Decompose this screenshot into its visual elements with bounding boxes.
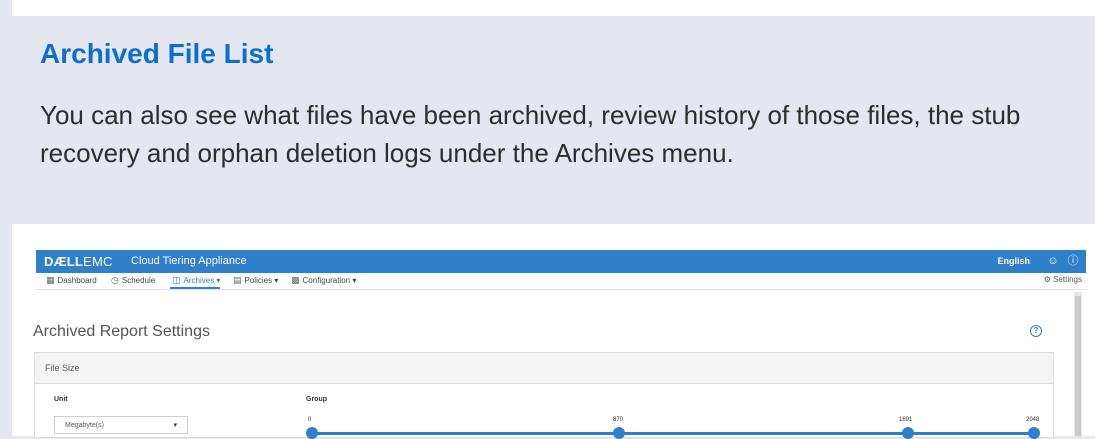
slide-body: You can also see what files have been ar… <box>40 100 1021 168</box>
nav-configuration[interactable]: ▩ Configuration ▾ <box>291 275 356 286</box>
user-icon[interactable]: ☺ <box>1046 254 1060 268</box>
language-selector[interactable]: English <box>997 256 1030 266</box>
card-title: File Size <box>45 363 80 373</box>
chevron-down-icon: ▾ <box>173 422 177 429</box>
clock-icon: ◷ <box>111 275 119 285</box>
policy-icon: ▤ <box>233 275 242 285</box>
app-header: DÆLLEMC Cloud Tiering Appliance English … <box>36 250 1086 273</box>
dellemc-logo: DÆLLEMC <box>44 254 113 269</box>
app-name: Cloud Tiering Appliance <box>131 255 247 267</box>
slider-tick-label: 0 <box>308 417 312 423</box>
slider-handle[interactable] <box>612 427 625 439</box>
page-heading: Archived Report Settings <box>33 323 210 340</box>
nav-schedule[interactable]: ◷ Schedule <box>111 275 155 286</box>
active-tab-indicator <box>170 287 220 289</box>
archive-icon: ◫ <box>172 275 181 285</box>
slider-handle[interactable] <box>1028 427 1040 439</box>
config-icon: ▩ <box>291 275 300 285</box>
slider-tick-label: 1691 <box>899 417 913 423</box>
main-nav: ▦ Dashboard ◷ Schedule ◫ Archives ▾ ▤ Polici… <box>36 273 1086 290</box>
card-header: File Size <box>35 353 1053 384</box>
top-strip <box>12 0 1095 16</box>
settings-link[interactable]: ⚙ Settings <box>1044 275 1082 284</box>
nav-archives[interactable]: ◫ Archives ▾ <box>172 275 220 286</box>
nav-dashboard[interactable]: ▦ Dashboard <box>46 275 97 286</box>
dashboard-icon: ▦ <box>46 275 55 285</box>
gear-icon: ⚙ <box>1043 275 1051 284</box>
slider-tick-label: 870 <box>613 417 624 423</box>
slide-title: Archived File List <box>40 38 274 69</box>
slider-tick-label: 2048 <box>1026 417 1040 423</box>
unit-select[interactable]: Megabyte(s) ▾ <box>54 416 188 434</box>
unit-select-value: Megabyte(s) <box>65 422 104 429</box>
group-label: Group <box>306 396 327 403</box>
slider-handle[interactable] <box>306 427 318 439</box>
scrollbar-thumb[interactable] <box>1075 296 1081 436</box>
nav-policies[interactable]: ▤ Policies ▾ <box>233 275 278 286</box>
page-help-icon[interactable]: ? <box>1030 325 1042 337</box>
unit-label: Unit <box>54 396 68 403</box>
group-slider-track[interactable] <box>312 432 1034 435</box>
help-icon[interactable]: ⓘ <box>1066 254 1080 268</box>
